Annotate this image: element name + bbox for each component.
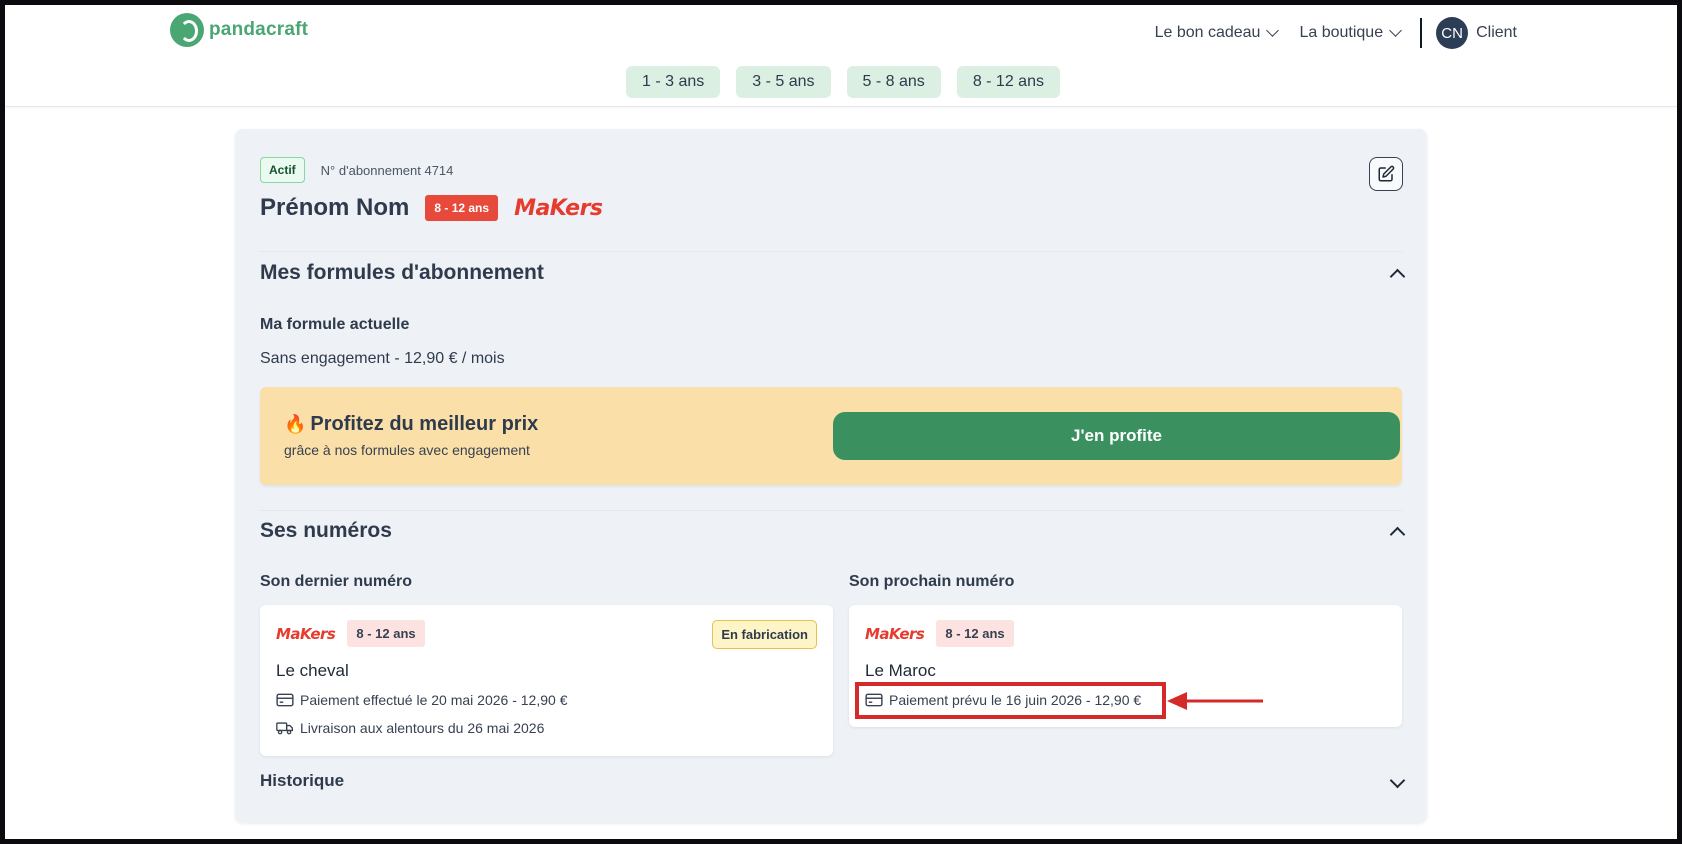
promo-title: 🔥 Profitez du meilleur prix	[284, 413, 538, 436]
issue-tags: MaKers 8 - 12 ans	[865, 620, 1014, 647]
main-nav: Le bon cadeau La boutique CN Client	[1133, 17, 1517, 49]
site-header: pandacraft Le bon cadeau La boutique CN …	[5, 5, 1677, 107]
subscription-card: Actif N° d'abonnement 4714 Prénom Nom 8 …	[235, 129, 1427, 823]
truck-icon	[276, 722, 294, 735]
formules-title: Mes formules d'abonnement	[260, 261, 544, 284]
makers-logo: MaKers	[276, 624, 336, 643]
current-formula-value: Sans engagement - 12,90 € / mois	[260, 350, 505, 367]
promo-banner: 🔥 Profitez du meilleur prix grâce à nos …	[260, 387, 1402, 485]
promo-title-text: Profitez du meilleur prix	[310, 413, 539, 435]
subscriber-row: Prénom Nom 8 - 12 ans MaKers	[260, 194, 603, 222]
makers-logo: MaKers	[514, 195, 603, 221]
next-issue-heading: Son prochain numéro	[849, 573, 1015, 590]
age-badge: 8 - 12 ans	[936, 620, 1014, 647]
numeros-title: Ses numéros	[260, 519, 392, 542]
chevron-up-icon[interactable]	[1389, 526, 1406, 543]
age-badge: 8 - 12 ans	[347, 620, 425, 647]
app-window: pandacraft Le bon cadeau La boutique CN …	[5, 5, 1677, 839]
current-formula-heading: Ma formule actuelle	[260, 316, 410, 333]
makers-logo: MaKers	[865, 624, 925, 643]
nav-divider	[1420, 18, 1423, 48]
chevron-up-icon[interactable]	[1389, 268, 1406, 285]
brand-name: pandacraft	[209, 19, 309, 40]
annotation-arrow-icon	[1167, 692, 1263, 710]
chevron-down-icon	[1266, 24, 1280, 37]
avatar[interactable]: CN	[1436, 17, 1469, 49]
nav-shop-label: La boutique	[1299, 24, 1384, 41]
age-badge: 8 - 12 ans	[425, 195, 499, 221]
issue-title: Le cheval	[276, 661, 349, 680]
client-menu[interactable]: Client	[1476, 24, 1517, 42]
nav-gift-card-label: Le bon cadeau	[1154, 24, 1261, 41]
age-tab-1-3[interactable]: 1 - 3 ans	[626, 66, 721, 98]
fire-icon: 🔥	[284, 414, 307, 434]
status-badge: Actif	[260, 157, 305, 183]
issue-title: Le Maroc	[865, 661, 936, 680]
credit-card-icon	[276, 693, 294, 707]
subscription-number: N° d'abonnement 4714	[320, 162, 454, 178]
annotation-highlight-box	[855, 682, 1166, 719]
brand-logo[interactable]: pandacraft	[170, 13, 308, 47]
edit-icon	[1378, 165, 1395, 182]
age-tab-5-8[interactable]: 5 - 8 ans	[846, 66, 941, 98]
delivery-text: Livraison aux alentours du 26 mai 2026	[300, 720, 545, 736]
chevron-down-icon	[1389, 24, 1402, 37]
nav-shop[interactable]: La boutique	[1299, 24, 1402, 42]
payment-line: Paiement effectué le 20 mai 2026 - 12,90…	[276, 692, 567, 708]
last-issue-heading: Son dernier numéro	[260, 573, 413, 590]
nav-gift-card[interactable]: Le bon cadeau	[1154, 24, 1280, 42]
promo-subtitle: grâce à nos formules avec engagement	[284, 442, 530, 458]
status-badge: En fabrication	[712, 620, 817, 649]
issue-tags: MaKers 8 - 12 ans	[276, 620, 425, 647]
last-issue-card[interactable]: MaKers 8 - 12 ans En fabrication Le chev…	[260, 605, 833, 756]
delivery-line: Livraison aux alentours du 26 mai 2026	[276, 720, 544, 736]
pandacraft-logo-icon	[170, 13, 204, 47]
status-row: Actif N° d'abonnement 4714	[260, 157, 453, 183]
payment-text: Paiement effectué le 20 mai 2026 - 12,90…	[300, 692, 568, 708]
historique-title[interactable]: Historique	[260, 771, 344, 791]
age-tabs: 1 - 3 ans 3 - 5 ans 5 - 8 ans 8 - 12 ans	[5, 66, 1677, 98]
age-tab-8-12[interactable]: 8 - 12 ans	[956, 66, 1060, 98]
divider	[260, 510, 1402, 511]
promo-button[interactable]: J'en profite	[833, 412, 1400, 460]
divider	[260, 251, 1402, 252]
chevron-down-icon[interactable]	[1389, 772, 1406, 789]
age-tab-3-5[interactable]: 3 - 5 ans	[736, 66, 831, 98]
subscriber-name: Prénom Nom	[260, 194, 410, 221]
edit-button[interactable]	[1369, 157, 1403, 191]
